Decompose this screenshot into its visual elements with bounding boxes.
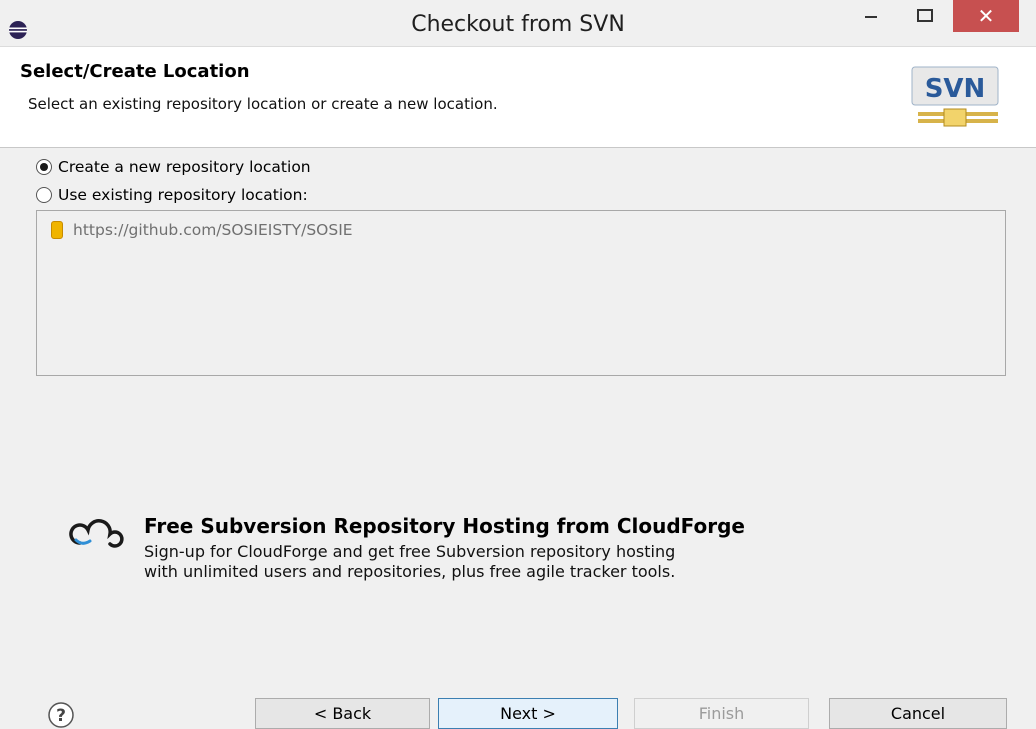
close-button[interactable]: ✕: [953, 0, 1019, 32]
next-button[interactable]: Next >: [438, 698, 618, 729]
promo-title[interactable]: Free Subversion Repository Hosting from …: [144, 514, 745, 538]
minimize-button[interactable]: [848, 0, 894, 32]
minimize-icon: [865, 16, 877, 18]
promo-line-2: with unlimited users and repositories, p…: [144, 562, 676, 581]
close-icon: ✕: [977, 4, 995, 28]
maximize-button[interactable]: [902, 0, 948, 32]
maximize-icon: [917, 9, 933, 22]
create-new-location-option[interactable]: Create a new repository location: [36, 158, 311, 176]
help-icon[interactable]: ?: [47, 701, 75, 729]
repository-url: https://github.com/SOSIEISTY/SOSIE: [73, 221, 353, 239]
radio-selected[interactable]: [36, 159, 52, 175]
use-existing-location-option[interactable]: Use existing repository location:: [36, 186, 308, 204]
create-new-location-label: Create a new repository location: [58, 158, 311, 176]
cancel-button[interactable]: Cancel: [829, 698, 1007, 729]
cloud-icon: [69, 519, 124, 548]
finish-button[interactable]: Finish: [634, 698, 809, 729]
list-item[interactable]: https://github.com/SOSIEISTY/SOSIE: [51, 221, 353, 239]
svn-logo-text: SVN: [925, 74, 986, 104]
back-button[interactable]: < Back: [255, 698, 430, 729]
radio-unselected[interactable]: [36, 187, 52, 203]
svn-logo: SVN: [911, 66, 999, 127]
wizard-body: Create a new repository location Use exi…: [0, 148, 1036, 668]
promo-text: Sign-up for CloudForge and get free Subv…: [144, 542, 675, 582]
svg-text:?: ?: [56, 706, 66, 726]
page-title: Select/Create Location: [20, 61, 250, 82]
promo-line-1: Sign-up for CloudForge and get free Subv…: [144, 542, 676, 561]
repository-icon: [51, 221, 63, 239]
wizard-header: Select/Create Location Select an existin…: [0, 47, 1036, 148]
use-existing-location-label: Use existing repository location:: [58, 186, 308, 204]
page-description: Select an existing repository location o…: [28, 95, 498, 113]
title-bar: Checkout from SVN ✕: [0, 0, 1036, 47]
repository-list[interactable]: https://github.com/SOSIEISTY/SOSIE: [36, 210, 1006, 376]
